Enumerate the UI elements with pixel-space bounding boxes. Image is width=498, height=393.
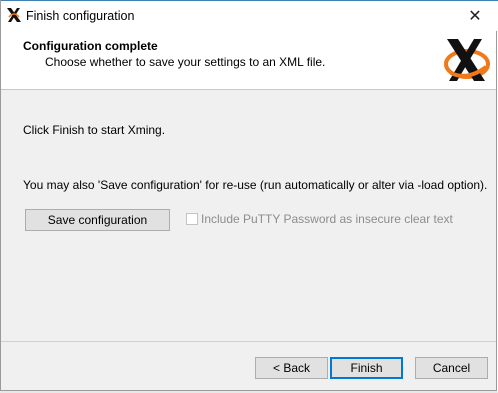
title-bar[interactable]: Finish configuration ✕ [1,0,498,31]
close-icon: ✕ [468,8,482,25]
close-button[interactable]: ✕ [452,1,498,31]
xming-icon [7,8,21,22]
window-title: Finish configuration [26,9,135,23]
finish-configuration-dialog: Finish configuration ✕ Configuration com… [0,0,498,391]
include-putty-password-checkbox[interactable] [186,213,198,225]
cancel-button[interactable]: Cancel [415,357,488,379]
save-hint-text: You may also 'Save configuration' for re… [23,178,488,192]
include-putty-password-label: Include PuTTY Password as insecure clear… [201,212,453,226]
xming-logo-icon [444,39,490,81]
page-subtitle: Choose whether to save your settings to … [45,55,326,69]
instruction-text: Click Finish to start Xming. [23,123,166,137]
finish-button[interactable]: Finish [330,357,403,379]
footer-divider [1,341,496,342]
wizard-header: Configuration complete Choose whether to… [1,31,496,90]
back-button[interactable]: < Back [255,357,328,379]
save-configuration-button[interactable]: Save configuration [25,209,170,231]
page-title: Configuration complete [23,39,158,53]
